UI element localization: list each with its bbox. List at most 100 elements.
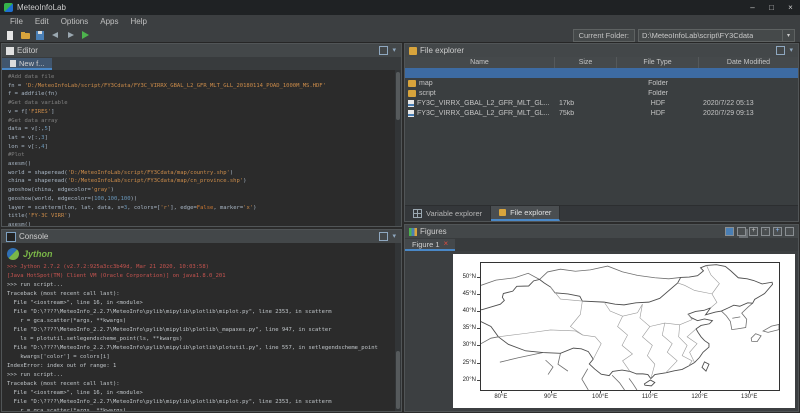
- code-line: lat = v[:,3]: [8, 134, 401, 143]
- copy-figure-icon[interactable]: [737, 227, 746, 236]
- current-folder-group: Current Folder: D:\MeteoInfoLab\script\F…: [573, 29, 795, 42]
- console-line: >>> run script...: [7, 281, 401, 290]
- console-line: r = gca.scatter(*args, **kwargs): [7, 317, 401, 326]
- collapse-panel-icon[interactable]: ▾: [392, 47, 396, 54]
- plot-frame: 80°E90°E100°E110°E120°E130°E20°N25°N30°N…: [480, 262, 780, 391]
- figures-tab-bar: Figure 1 ×: [405, 238, 798, 252]
- y-tick-label: 40°N: [463, 308, 476, 314]
- console-scrollbar[interactable]: [395, 243, 401, 411]
- column-header-name[interactable]: Name: [405, 57, 555, 68]
- collapse-panel-icon[interactable]: ▾: [789, 47, 793, 54]
- window-title: MeteoInfoLab: [17, 3, 66, 12]
- tab-figure-1[interactable]: Figure 1 ×: [405, 239, 455, 251]
- close-button[interactable]: ×: [781, 0, 800, 15]
- menu-item-file[interactable]: File: [4, 17, 29, 26]
- figures-panel-title: Figures: [420, 227, 447, 236]
- jython-logo-icon: [7, 248, 19, 260]
- new-file-icon[interactable]: [5, 30, 16, 41]
- y-tick-label: 30°N: [463, 342, 476, 348]
- x-tick: [650, 390, 651, 393]
- tab-file-explorer[interactable]: File explorer: [491, 206, 560, 221]
- code-line: #Plot: [8, 151, 401, 160]
- toolbar: Current Folder: D:\MeteoInfoLab\script\F…: [0, 28, 800, 43]
- x-tick-label: 100°E: [592, 394, 608, 400]
- console-line: r = gca.scatter(*args, **kwargs): [7, 407, 401, 411]
- float-panel-icon[interactable]: [379, 46, 388, 55]
- minimize-button[interactable]: –: [743, 0, 762, 15]
- file-explorer-title: File explorer: [420, 46, 464, 55]
- file-row[interactable]: FY3C_VIRRX_GBAL_L2_GFR_MLT_GL...75kbHDF2…: [405, 108, 798, 118]
- run-script-icon[interactable]: [80, 30, 91, 41]
- save-icon[interactable]: [35, 30, 46, 41]
- y-tick: [477, 363, 480, 364]
- toolbar-icons: [5, 30, 95, 41]
- menu-item-options[interactable]: Options: [55, 17, 95, 26]
- y-tick: [477, 277, 480, 278]
- file-explorer-header: File explorer ▾: [405, 44, 798, 58]
- console-scrollbar-thumb[interactable]: [396, 351, 400, 409]
- code-area[interactable]: #Add data filefn = 'D:/MeteoInfoLab/scri…: [2, 70, 401, 226]
- column-header-date-modified[interactable]: Date Modified: [699, 57, 798, 68]
- code-line: f = addfile(fn): [8, 90, 401, 99]
- full-extent-icon[interactable]: [785, 227, 794, 236]
- console-output[interactable]: Jython >>> Jython 2.7.2 (v2.7.2:925a3cc3…: [2, 243, 401, 411]
- figures-panel-header: Figures: [405, 225, 798, 239]
- editor-tab-bar: New f...: [2, 57, 401, 71]
- open-folder-icon[interactable]: [20, 30, 31, 41]
- figure-canvas[interactable]: 80°E90°E100°E110°E120°E130°E20°N25°N30°N…: [453, 254, 795, 408]
- console-line: File "<iostream>", line 16, in <module>: [7, 299, 401, 308]
- code-line: world = shaperead('D:/MeteoInfoLab/scrip…: [8, 169, 401, 178]
- menu-item-apps[interactable]: Apps: [94, 17, 124, 26]
- close-figure-icon[interactable]: ×: [444, 240, 449, 248]
- figures-panel: Figures Figure 1 ×: [404, 224, 799, 412]
- undo-icon[interactable]: [50, 30, 61, 41]
- console-line: [Java HotSpot(TM) Client VM (Oracle Corp…: [7, 272, 401, 281]
- current-folder-combobox[interactable]: D:\MeteoInfoLab\script\FY3Cdata ▾: [638, 29, 795, 42]
- x-tick: [501, 390, 502, 393]
- menu-item-edit[interactable]: Edit: [29, 17, 55, 26]
- zoom-in-icon[interactable]: [749, 227, 758, 236]
- x-tick-label: 80°E: [494, 394, 507, 400]
- redo-icon[interactable]: [65, 30, 76, 41]
- editor-tab-new-file[interactable]: New f...: [2, 58, 52, 70]
- folder-icon: [408, 90, 416, 97]
- column-header-file-type[interactable]: File Type: [617, 57, 699, 68]
- column-header-size[interactable]: Size: [555, 57, 617, 68]
- editor-scrollbar-thumb[interactable]: [396, 72, 400, 120]
- folder-icon: [408, 80, 416, 87]
- console-line: File "<iostream>", line 16, in <module>: [7, 389, 401, 398]
- code-line: axesm(): [8, 160, 401, 169]
- float-panel-icon[interactable]: [379, 232, 388, 241]
- save-figure-icon[interactable]: [725, 227, 734, 236]
- code-line: lon = v[:,4]: [8, 143, 401, 152]
- app-logo-icon: [4, 3, 13, 12]
- maximize-button[interactable]: □: [762, 0, 781, 15]
- x-tick-label: 120°E: [691, 394, 707, 400]
- editor-scrollbar[interactable]: [395, 70, 401, 226]
- file-row[interactable]: scriptFolder: [405, 88, 798, 98]
- zoom-out-icon[interactable]: [761, 227, 770, 236]
- y-tick-label: 50°N: [463, 274, 476, 280]
- tab-variable-explorer[interactable]: Variable explorer: [405, 206, 491, 221]
- pan-icon[interactable]: [773, 227, 782, 236]
- editor-panel-title: Editor: [17, 46, 38, 55]
- float-panel-icon[interactable]: [776, 46, 785, 55]
- menu-item-help[interactable]: Help: [125, 17, 153, 26]
- editor-panel-header: Editor ▾: [2, 44, 401, 58]
- code-line: #Get data variable: [8, 99, 401, 108]
- file-row[interactable]: mapFolder: [405, 78, 798, 88]
- current-folder-label: Current Folder:: [573, 29, 635, 42]
- file-row[interactable]: [405, 68, 798, 78]
- tab-label: Variable explorer: [426, 209, 482, 218]
- collapse-panel-icon[interactable]: ▾: [392, 233, 396, 240]
- folder-icon: [409, 47, 417, 55]
- title-bar: MeteoInfoLab – □ ×: [0, 0, 800, 15]
- file-explorer-panel: File explorer ▾ NameSizeFile TypeDate Mo…: [404, 43, 799, 222]
- code-line: geoshow(world, edgecolor=(100,100,100)): [8, 195, 401, 204]
- hdf-file-icon: [408, 110, 414, 117]
- file-row[interactable]: FY3C_VIRRX_GBAL_L2_GFR_MLT_GL...17kbHDF2…: [405, 98, 798, 108]
- figure-content: 80°E90°E100°E110°E120°E130°E20°N25°N30°N…: [405, 251, 798, 411]
- y-tick: [477, 345, 480, 346]
- y-tick-label: 25°N: [463, 360, 476, 366]
- chevron-down-icon[interactable]: ▾: [782, 30, 794, 41]
